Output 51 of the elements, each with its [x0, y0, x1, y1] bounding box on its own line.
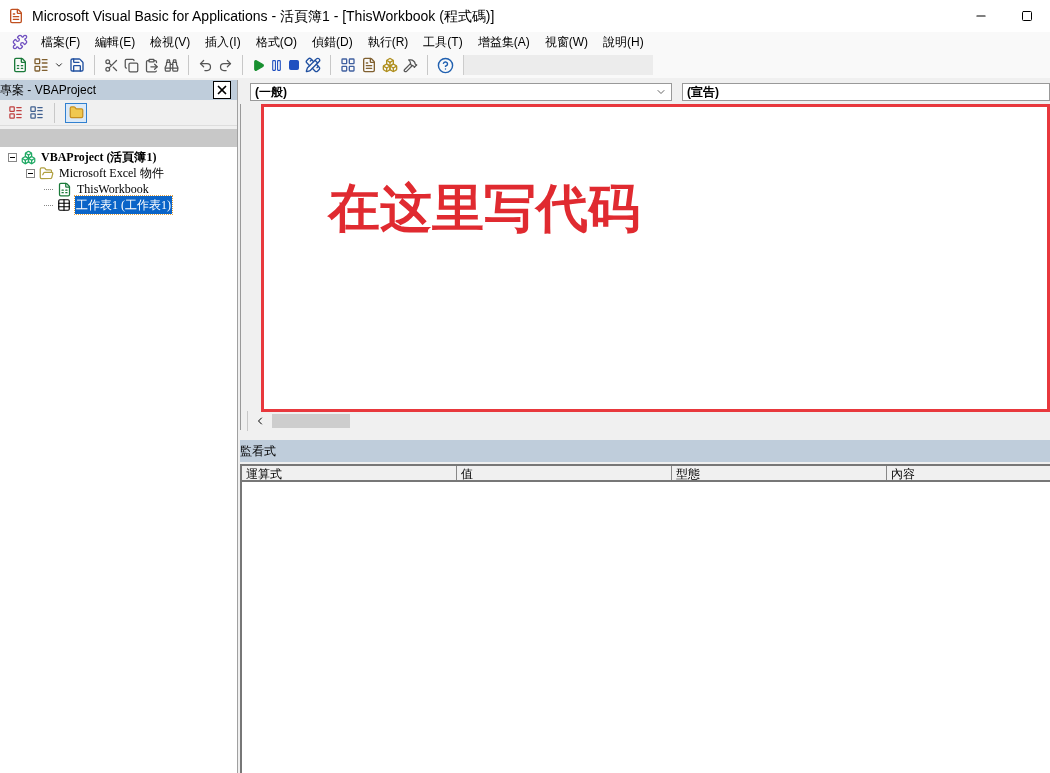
tree-item[interactable]: ThisWorkbook [76, 180, 150, 198]
close-button[interactable] [213, 81, 231, 99]
expander-icon[interactable] [8, 152, 17, 162]
menu-item[interactable]: 增益集(A) [475, 33, 532, 51]
document-icon [57, 181, 72, 197]
redo-icon[interactable] [218, 57, 233, 73]
pane-title: 監看式 [240, 442, 276, 460]
expander-icon[interactable] [26, 168, 35, 178]
tree-item[interactable]: Microsoft Excel 物件 [58, 164, 165, 182]
window-title: Microsoft Visual Basic for Applications - 活頁簿1 - [ThisWorkbook (程式碼)] [32, 6, 495, 26]
maximize-icon [1021, 10, 1033, 22]
close-icon [215, 83, 229, 97]
code-editor[interactable]: 在这里写代码 [261, 104, 1050, 412]
tree-item[interactable]: 工作表1 (工作表1) [75, 196, 172, 214]
column-header[interactable]: 型態 [672, 465, 887, 480]
save-icon[interactable] [69, 57, 85, 73]
menu-item[interactable]: 插入(I) [203, 33, 243, 51]
menu-item[interactable]: 編輯(E) [93, 33, 138, 51]
menu-item[interactable]: 視窗(W) [542, 33, 590, 51]
menu-item[interactable]: 工具(T) [421, 33, 465, 51]
object-dropdown[interactable]: (一般) [250, 83, 672, 101]
column-header[interactable]: 值 [457, 465, 672, 480]
design-mode-icon[interactable] [305, 57, 321, 73]
menu-item[interactable]: 偵錯(D) [310, 33, 355, 51]
menu-item[interactable]: 執行(R) [365, 33, 411, 51]
column-header[interactable]: 內容 [887, 465, 1050, 480]
copy-icon[interactable] [124, 57, 139, 73]
sheet-icon [57, 198, 71, 212]
help-icon[interactable] [437, 56, 454, 74]
find-icon[interactable] [164, 57, 179, 73]
menu-item[interactable]: 檔案(F) [39, 33, 83, 51]
cut-icon[interactable] [104, 57, 119, 73]
annotation-text: 在这里写代码 [328, 179, 640, 237]
paste-icon[interactable] [144, 57, 159, 73]
procedure-dropdown[interactable]: (宣告) [682, 83, 1050, 101]
run-icon[interactable] [252, 58, 265, 72]
menu-item[interactable]: 說明(H) [601, 33, 646, 51]
tree-item[interactable]: VBAProject (活頁簿1) [40, 148, 158, 166]
project-icon [21, 149, 36, 165]
undo-icon[interactable] [198, 57, 213, 73]
dropdown-icon[interactable] [54, 60, 64, 70]
menu-item[interactable]: 檢視(V) [148, 33, 193, 51]
stop-icon[interactable] [288, 59, 300, 71]
scrollbar-thumb[interactable] [272, 413, 350, 428]
pane-title: 專案 - VBAProject [0, 82, 97, 99]
menu-item[interactable]: 格式(O) [253, 33, 299, 51]
app-icon [8, 8, 24, 24]
pause-icon[interactable] [270, 58, 283, 72]
toggle-folders-button[interactable] [65, 102, 87, 123]
folder-icon [39, 165, 54, 181]
column-header[interactable]: 運算式 [242, 465, 457, 480]
